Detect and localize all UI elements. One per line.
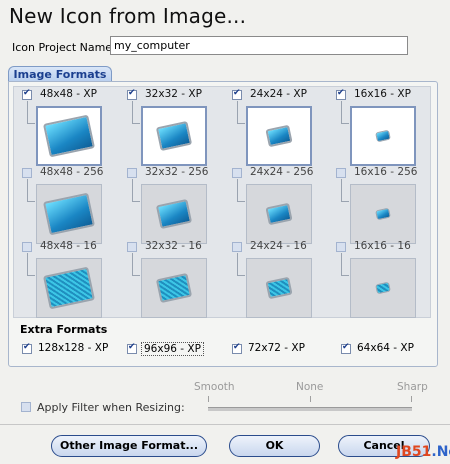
icon-preview[interactable]	[350, 106, 416, 166]
icon-preview[interactable]	[141, 184, 207, 244]
slider-tick	[411, 396, 412, 402]
format-label: 32x32 - 16	[145, 240, 202, 252]
tree-connector	[27, 253, 35, 276]
icon-project-name-label: Icon Project Name:	[12, 41, 116, 54]
extra-format-label: 128x128 - XP	[38, 342, 109, 354]
format-label: 24x24 - 16	[250, 240, 307, 252]
format-checkbox[interactable]	[22, 242, 32, 252]
computer-icon	[155, 272, 193, 304]
tree-connector	[132, 253, 140, 276]
icon-project-name-input[interactable]: my_computer	[110, 36, 408, 55]
slider-label-smooth: Smooth	[194, 381, 235, 393]
format-checkbox[interactable]	[127, 168, 137, 178]
tree-connector	[237, 179, 245, 202]
tree-connector	[341, 101, 349, 124]
tree-connector	[237, 101, 245, 124]
extra-format-checkbox[interactable]	[22, 342, 32, 354]
extra-format-checkbox[interactable]	[341, 342, 351, 354]
ok-button[interactable]: OK	[229, 435, 320, 457]
tree-connector	[132, 101, 140, 124]
tree-connector	[132, 179, 140, 202]
icon-preview[interactable]	[246, 258, 312, 318]
apply-filter-checkbox[interactable]	[21, 402, 31, 412]
tree-connector	[237, 253, 245, 276]
slider-label-none: None	[296, 381, 324, 393]
icon-preview[interactable]	[141, 258, 207, 318]
icon-preview[interactable]	[246, 106, 312, 166]
format-label: 24x24 - 256	[250, 166, 314, 178]
extra-format-label: 64x64 - XP	[357, 342, 414, 354]
sharpness-slider[interactable]	[208, 407, 412, 411]
icon-preview[interactable]	[350, 258, 416, 318]
extra-format-checkbox[interactable]	[127, 342, 137, 354]
tree-connector	[341, 253, 349, 276]
computer-icon	[265, 124, 293, 148]
format-label: 32x32 - XP	[145, 88, 202, 100]
dialog-title: New Icon from Image...	[9, 4, 247, 28]
slider-tick	[310, 396, 311, 402]
format-checkbox[interactable]	[336, 168, 346, 178]
other-image-format-button[interactable]: Other Image Format...	[51, 435, 207, 457]
icon-preview[interactable]	[36, 258, 102, 318]
format-label: 32x32 - 256	[145, 166, 209, 178]
format-checkbox[interactable]	[127, 88, 137, 100]
computer-icon	[42, 192, 96, 236]
format-checkbox[interactable]	[22, 88, 32, 100]
tab-image-formats[interactable]: Image Formats	[8, 66, 112, 82]
computer-icon	[265, 202, 293, 226]
tree-connector	[341, 179, 349, 202]
format-label: 24x24 - XP	[250, 88, 307, 100]
icon-preview[interactable]	[36, 106, 102, 166]
format-label: 48x48 - 256	[40, 166, 104, 178]
format-label: 48x48 - XP	[40, 88, 97, 100]
format-checkbox[interactable]	[232, 242, 242, 252]
icon-preview[interactable]	[350, 184, 416, 244]
extra-format-checkbox[interactable]	[232, 342, 242, 354]
button-divider	[0, 424, 450, 425]
format-label: 48x48 - 16	[40, 240, 97, 252]
format-label: 16x16 - XP	[354, 88, 411, 100]
format-checkbox[interactable]	[127, 242, 137, 252]
format-checkbox[interactable]	[336, 242, 346, 252]
computer-icon	[155, 120, 193, 152]
watermark-logo: JB51.Net	[396, 444, 450, 460]
extra-format-label: 96x96 - XP	[141, 342, 204, 356]
format-label: 16x16 - 16	[354, 240, 411, 252]
icon-preview[interactable]	[246, 184, 312, 244]
icon-preview[interactable]	[36, 184, 102, 244]
tree-connector	[27, 179, 35, 202]
computer-icon	[265, 276, 293, 300]
format-checkbox[interactable]	[232, 168, 242, 178]
slider-label-sharp: Sharp	[397, 381, 428, 393]
computer-icon	[42, 266, 96, 310]
computer-icon	[375, 129, 391, 143]
computer-icon	[42, 114, 96, 158]
format-checkbox[interactable]	[232, 88, 242, 100]
format-checkbox[interactable]	[336, 88, 346, 100]
tree-connector	[27, 101, 35, 124]
computer-icon	[375, 207, 391, 221]
format-label: 16x16 - 256	[354, 166, 418, 178]
slider-tick	[208, 396, 209, 402]
computer-icon	[155, 198, 193, 230]
icon-preview[interactable]	[141, 106, 207, 166]
computer-icon	[375, 281, 391, 295]
extra-format-label: 72x72 - XP	[248, 342, 305, 354]
format-checkbox[interactable]	[22, 168, 32, 178]
extra-formats-title: Extra Formats	[20, 323, 108, 336]
apply-filter-label: Apply Filter when Resizing:	[37, 401, 185, 414]
